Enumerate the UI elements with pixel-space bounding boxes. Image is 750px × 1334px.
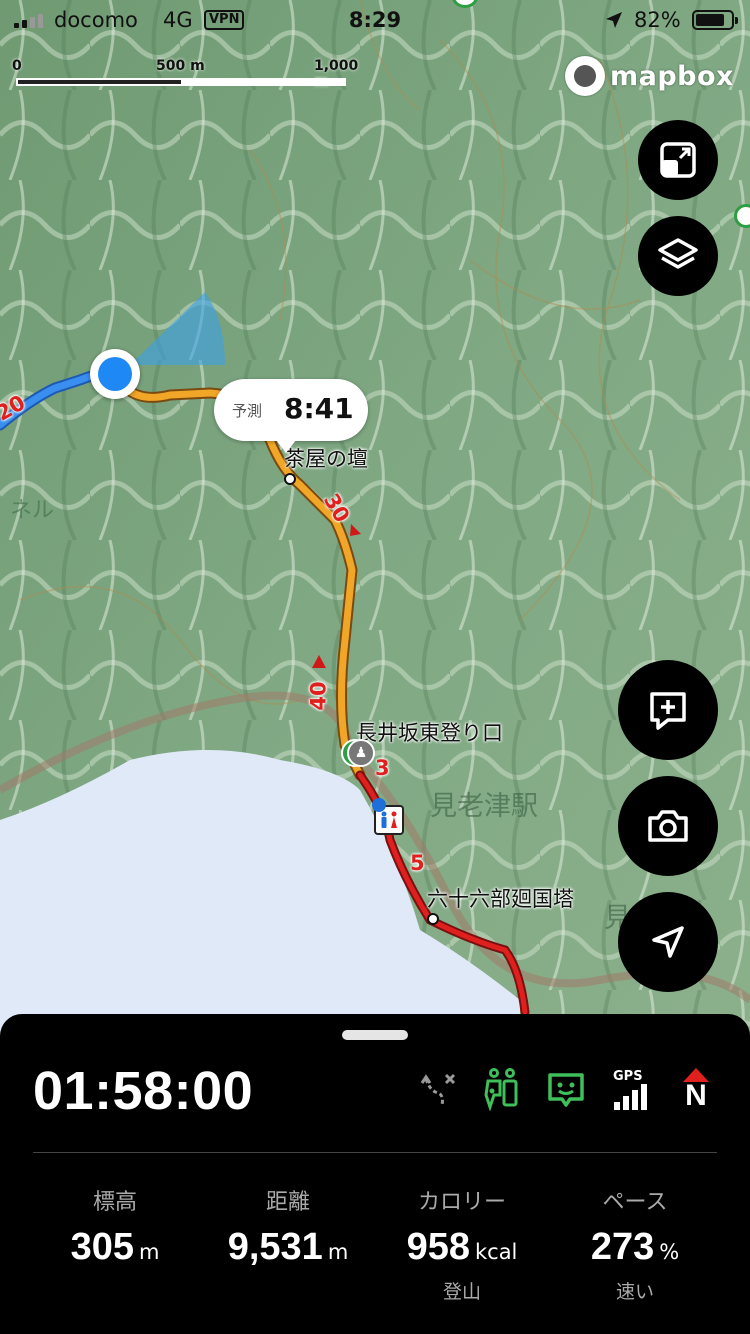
stat-pace-value: 273 — [590, 1226, 655, 1268]
stat-elevation-label: 標高 — [92, 1190, 137, 1215]
mapbox-wordmark: mapbox — [610, 60, 734, 92]
stat-calories: カロリー 958 kcal 登山 — [372, 1184, 552, 1304]
navigate-button[interactable] — [618, 892, 718, 992]
stat-pace-rating: 速い — [615, 1281, 654, 1303]
navigate-icon — [652, 926, 684, 958]
gps-label: GPS — [613, 1068, 643, 1084]
map-label-tunnel: ネル — [10, 498, 55, 523]
distance-marker-40: 40 — [306, 681, 331, 711]
activity-panel[interactable]: 01:58:00 GPS N 標高 305 m 距離 9,531 m カロリー 95… — [0, 1014, 750, 1334]
gps-signal-icon: GPS — [610, 1068, 650, 1110]
distance-marker-3: 3 — [375, 756, 390, 780]
layers-icon — [658, 238, 698, 269]
elapsed-time: 01:58:00 — [33, 1061, 254, 1121]
eta-label: 予測 — [232, 402, 263, 420]
compass-label: N — [685, 1079, 707, 1112]
stat-distance-label: 距離 — [265, 1190, 310, 1215]
compass-north-icon[interactable]: N — [676, 1068, 716, 1112]
stat-calories-label: カロリー — [417, 1190, 506, 1215]
map-layers-button[interactable] — [638, 216, 718, 296]
battery-percent: 82% — [634, 8, 681, 32]
eta-callout[interactable]: 予測 8:41 — [214, 379, 368, 453]
mapbox-logo: mapbox — [565, 55, 734, 97]
stat-pace: ペース 273% 速い — [545, 1184, 725, 1304]
stat-calories-unit: kcal — [474, 1240, 518, 1264]
stat-calories-activity: 登山 — [442, 1281, 481, 1303]
add-note-icon — [650, 692, 686, 730]
stat-pace-unit: % — [659, 1240, 680, 1264]
stat-distance-value: 9,531 — [227, 1226, 323, 1268]
stat-pace-label: ペース — [602, 1190, 668, 1215]
place-label-tower[interactable]: 六十六部廻国塔 — [427, 883, 574, 913]
status-bar: docomo 4G VPN 8:29 82% — [0, 0, 750, 40]
place-label-station: 見老津駅 — [430, 791, 538, 822]
location-services-icon — [606, 12, 622, 28]
battery-icon — [692, 10, 738, 30]
mapbox-logo-icon — [565, 56, 605, 96]
signpost-icon[interactable]: ♟ — [347, 739, 375, 767]
location-sharing-icon[interactable] — [482, 1068, 524, 1111]
user-location-marker — [90, 349, 140, 399]
stat-elevation: 標高 305 m — [25, 1184, 205, 1269]
scale-bar-graphic — [16, 78, 346, 86]
stat-elevation-value: 305 — [70, 1226, 134, 1268]
scale-label-start: 0 — [12, 58, 22, 74]
distance-marker-5: 5 — [410, 851, 425, 875]
station-pin-icon[interactable] — [372, 798, 386, 812]
place-label-teahouse[interactable]: 茶屋の壇 — [284, 443, 368, 473]
expand-icon — [660, 142, 696, 178]
stat-distance-unit: m — [327, 1240, 349, 1264]
add-note-button[interactable] — [618, 660, 718, 760]
eta-time: 8:41 — [284, 392, 354, 425]
stat-distance: 距離 9,531 m — [198, 1184, 378, 1269]
stat-calories-value: 958 — [406, 1226, 470, 1268]
camera-icon — [648, 810, 688, 842]
panel-divider — [33, 1152, 717, 1153]
scale-label-mid: 500 m — [156, 58, 205, 74]
place-label-trailhead[interactable]: 長井坂東登り口 — [356, 717, 503, 747]
stat-elevation-unit: m — [138, 1240, 160, 1264]
chat-icon[interactable] — [546, 1068, 586, 1110]
expand-map-button[interactable] — [638, 120, 718, 200]
camera-button[interactable] — [618, 776, 718, 876]
route-off-icon[interactable] — [418, 1068, 458, 1110]
map-scale-bar: 0 500 m 1,000 m — [12, 58, 358, 90]
panel-drag-handle[interactable] — [342, 1030, 408, 1040]
